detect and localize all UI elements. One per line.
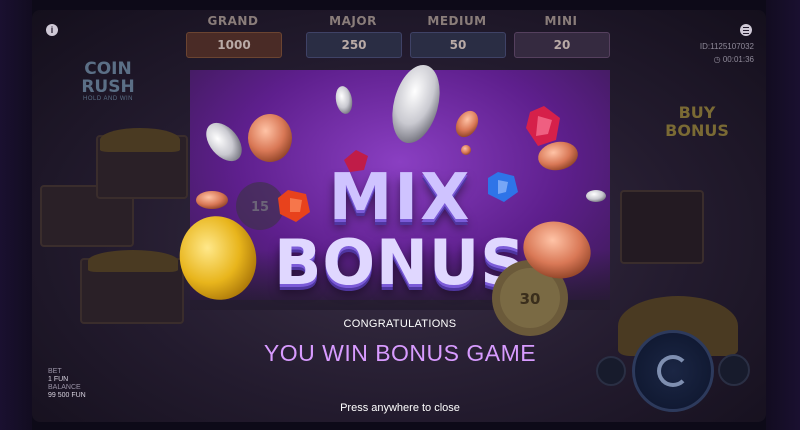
silver-coin — [586, 190, 606, 202]
bet-decrease-button[interactable] — [596, 356, 626, 386]
silver-coin — [335, 86, 353, 114]
reel-value: 30 — [520, 290, 541, 308]
reel-coin-15: 15 — [236, 182, 284, 230]
red-gem — [526, 106, 560, 146]
copper-coin — [248, 114, 292, 162]
balance-value: 99 500 FUN — [48, 392, 86, 399]
bet-label: BET — [48, 368, 62, 375]
blue-gem — [488, 172, 518, 202]
silver-coin — [206, 122, 242, 162]
copper-coin — [455, 110, 479, 138]
bet-value: 1 FUN — [48, 376, 69, 383]
orange-gem — [278, 190, 310, 222]
copper-coin — [196, 191, 228, 209]
copper-coin — [461, 145, 471, 155]
red-gem — [344, 150, 368, 172]
game-screen[interactable]: i GRAND 1000 MAJOR 250 MEDIUM 50 MINI 20… — [0, 0, 800, 430]
reel-value: 15 — [251, 200, 269, 215]
wallet-panel: BET 1 FUN BALANCE 99 500 FUN — [48, 368, 86, 400]
silver-coin — [392, 64, 440, 144]
autoplay-button[interactable] — [718, 354, 750, 386]
spin-icon — [657, 355, 689, 387]
close-hint: Press anywhere to close — [340, 402, 460, 414]
balance-label: BALANCE — [48, 384, 81, 391]
spin-button[interactable] — [632, 330, 714, 412]
